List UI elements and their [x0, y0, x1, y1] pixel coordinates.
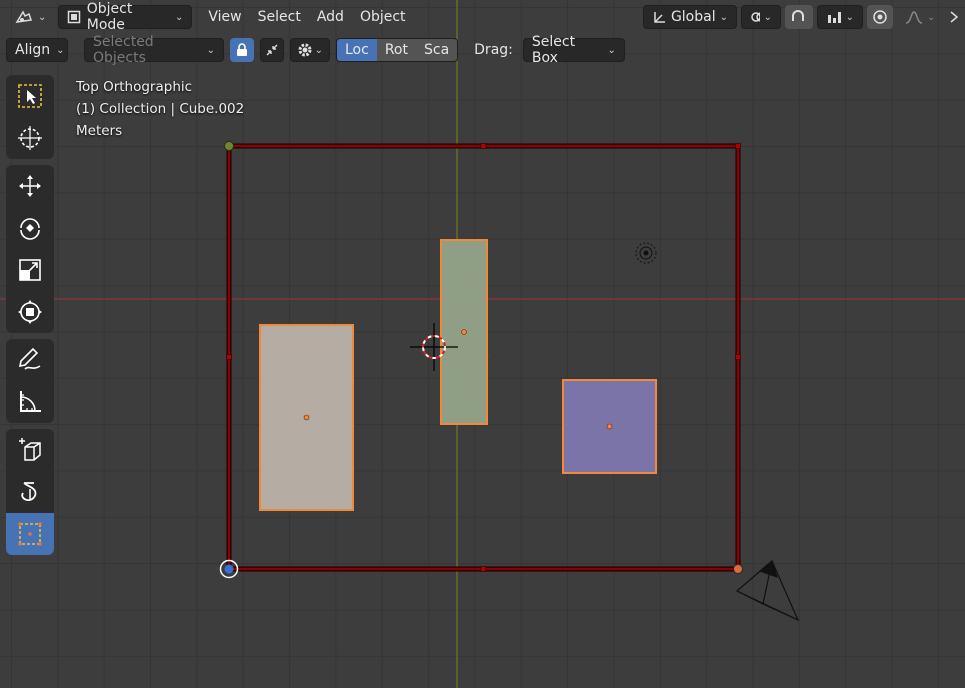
snap-target-dropdown[interactable]: ⌄ [817, 5, 863, 29]
transform-orientation-dropdown[interactable]: Global ⌄ [643, 5, 737, 29]
measure-icon [20, 391, 41, 412]
pivot-point-dropdown[interactable]: ⌄ [741, 5, 781, 29]
cube-purple-origin [606, 423, 613, 430]
falloff-dropdown[interactable]: ⌄ [897, 5, 945, 29]
toolbar [6, 75, 54, 561]
gear-icon [298, 43, 312, 57]
toolbar-group-transform [6, 165, 54, 333]
tool-measure[interactable] [6, 381, 54, 423]
handle-bottom[interactable] [480, 566, 487, 572]
chevron-down-icon: ⌄ [607, 44, 616, 56]
segment-loc[interactable]: Loc [337, 39, 377, 61]
viewport-info-overlay: Top Orthographic (1) Collection | Cube.0… [76, 76, 244, 142]
chevron-down-icon: ⌄ [56, 44, 65, 56]
chevron-down-icon: ⌄ [175, 11, 184, 23]
shrink-toggle[interactable] [260, 38, 284, 62]
tool-settings-bar: Align ⌄ Selected Objects ⌄ ⌄ Loc Rot Sca… [0, 34, 965, 66]
handle-top-left[interactable] [224, 141, 234, 151]
orientation-label: Global [670, 9, 716, 25]
selected-objects-label: Selected Objects [93, 34, 154, 66]
segment-rot[interactable]: Rot [376, 39, 416, 61]
add-cube-icon [19, 438, 41, 461]
tool-scale[interactable] [6, 249, 54, 291]
lock-icon [237, 43, 247, 56]
select-box-icon [18, 84, 42, 108]
lock-toggle[interactable] [230, 38, 254, 62]
shrink-icon [266, 44, 278, 56]
overflow-icon[interactable] [949, 5, 965, 29]
light-icon[interactable] [635, 242, 657, 264]
cube-green-origin [461, 329, 467, 335]
toolbar-group-select [6, 75, 54, 159]
snap-increment-icon [828, 12, 841, 23]
chevron-down-icon: ⌄ [38, 11, 47, 23]
drag-value: Select Box [531, 34, 576, 66]
options-dropdown[interactable]: ⌄ [290, 38, 330, 62]
rotate-icon [20, 218, 40, 240]
tool-box-bevel[interactable] [6, 513, 54, 555]
units-label: Meters [76, 123, 123, 139]
menu-add[interactable]: Add [309, 5, 352, 29]
chevron-down-icon: ⌄ [206, 44, 215, 56]
mode-dropdown[interactable]: Object Mode ⌄ [58, 1, 193, 33]
menu-view[interactable]: View [200, 5, 249, 29]
align-dropdown[interactable]: Align ⌄ [6, 38, 68, 62]
proportional-editing-icon [873, 10, 887, 24]
spin-icon [21, 482, 37, 502]
move-icon [19, 175, 41, 197]
handle-right[interactable] [735, 354, 741, 360]
view-name: Top Orthographic [76, 79, 193, 95]
toolbar-group-add [6, 429, 54, 555]
handle-top-right[interactable] [735, 143, 741, 149]
handle-left[interactable] [226, 354, 232, 360]
handle-top[interactable] [480, 143, 487, 149]
viewport-header: ⌄ Object Mode ⌄ View Select Add Object G… [0, 0, 965, 34]
cursor-icon [18, 126, 42, 150]
tool-select-box[interactable] [6, 75, 54, 117]
orientation-icon [654, 12, 665, 23]
drag-label: Drag: [474, 42, 513, 58]
tool-cursor[interactable] [6, 117, 54, 159]
annotate-icon [18, 347, 41, 370]
editor-type-icon [15, 10, 32, 23]
snap-toggle[interactable] [785, 5, 813, 29]
scale-icon [19, 259, 41, 281]
transform-icon [18, 300, 42, 324]
drag-dropdown[interactable]: Select Box ⌄ [522, 34, 625, 66]
editor-type-button[interactable]: ⌄ [6, 5, 54, 29]
collection-info: (1) Collection | Cube.002 [76, 101, 245, 117]
chevron-down-icon: ⌄ [763, 11, 772, 23]
tool-move[interactable] [6, 165, 54, 207]
magnet-icon [792, 10, 804, 21]
toolbar-group-annotate [6, 339, 54, 423]
tool-rotate[interactable] [6, 207, 54, 249]
pivot-icon [751, 12, 760, 22]
mode-label: Object Mode [86, 1, 133, 33]
chevron-down-icon: ⌄ [719, 11, 728, 23]
blender-3d-viewport[interactable]: ⌄ Object Mode ⌄ View Select Add Object G… [0, 0, 965, 688]
segment-sca[interactable]: Sca [415, 39, 458, 61]
box-bevel-icon [18, 522, 42, 546]
tool-spin[interactable] [6, 471, 54, 513]
falloff-curve-icon [905, 11, 923, 24]
chevron-down-icon: ⌄ [927, 11, 936, 23]
tool-add-cube[interactable] [6, 429, 54, 471]
handle-bottom-right[interactable] [733, 564, 743, 574]
menu-select[interactable]: Select [250, 5, 309, 29]
transform-affect-segments: Loc Rot Sca [336, 38, 459, 62]
selected-objects-dropdown[interactable]: Selected Objects ⌄ [84, 34, 224, 66]
tool-transform[interactable] [6, 291, 54, 333]
proportional-editing-toggle[interactable] [867, 5, 893, 29]
chevron-down-icon: ⌄ [845, 11, 854, 23]
tool-annotate[interactable] [6, 339, 54, 381]
camera-icon[interactable] [735, 559, 800, 622]
chevron-down-icon: ⌄ [314, 44, 323, 56]
menu-object[interactable]: Object [352, 5, 414, 29]
handle-bottom-left[interactable] [224, 564, 234, 574]
align-label: Align [15, 42, 51, 58]
header-menus: View Select Add Object [200, 5, 413, 29]
cube-beige-origin [303, 414, 310, 421]
object-mode-icon [68, 10, 81, 24]
